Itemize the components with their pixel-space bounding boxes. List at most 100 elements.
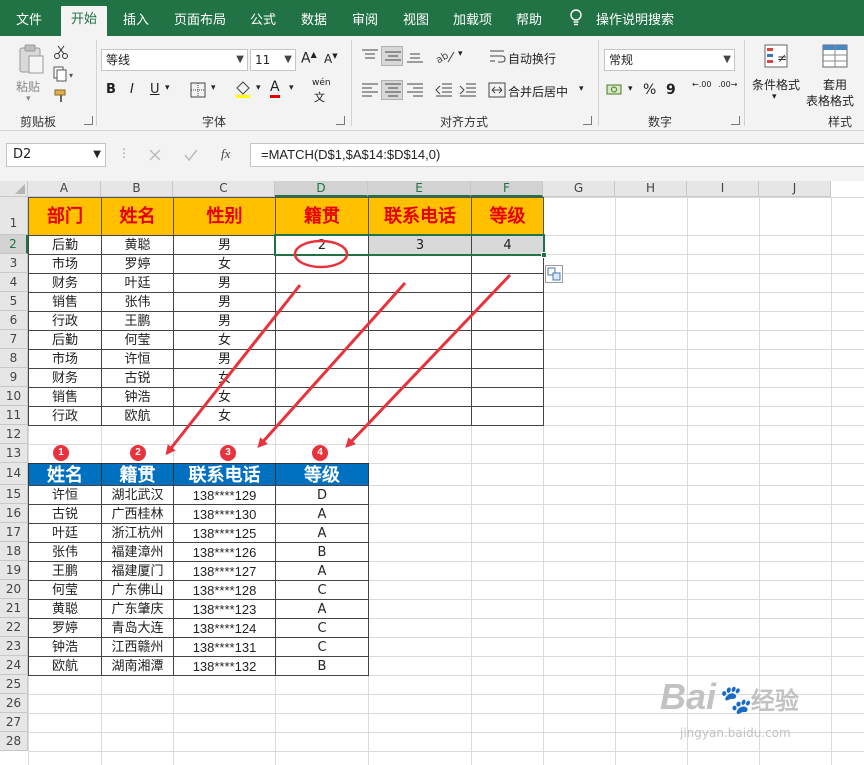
increase-indent-icon[interactable] bbox=[458, 82, 478, 98]
tab-insert[interactable]: 插入 bbox=[123, 9, 149, 28]
conditional-formatting-icon[interactable]: ≠ bbox=[762, 42, 792, 72]
upper-table-cell[interactable] bbox=[368, 311, 472, 331]
paste-button[interactable]: 粘贴 bbox=[16, 78, 40, 95]
upper-table-cell[interactable]: 男 bbox=[173, 292, 276, 312]
font-color-button[interactable]: A bbox=[270, 80, 280, 98]
merge-dropdown-icon[interactable]: ▾ bbox=[579, 84, 584, 94]
upper-table-cell[interactable] bbox=[275, 349, 369, 369]
upper-table-cell[interactable]: 女 bbox=[173, 387, 276, 407]
upper-table-cell[interactable]: 女 bbox=[173, 406, 276, 426]
upper-table-cell[interactable]: 男 bbox=[173, 349, 276, 369]
row-header-27[interactable]: 27 bbox=[0, 713, 28, 732]
format-as-table-label-2[interactable]: 表格格式 bbox=[806, 92, 854, 109]
upper-table-cell[interactable] bbox=[275, 368, 369, 388]
phonetic-guide-button[interactable]: wén bbox=[312, 78, 331, 88]
row-header-22[interactable]: 22 bbox=[0, 618, 28, 637]
insert-function-button[interactable]: fx bbox=[221, 146, 230, 162]
upper-table-cell[interactable] bbox=[368, 368, 472, 388]
upper-table-cell[interactable] bbox=[368, 273, 472, 293]
conditional-dropdown-icon[interactable]: ▾ bbox=[772, 92, 777, 102]
upper-table-cell[interactable] bbox=[275, 311, 369, 331]
wrap-text-icon[interactable] bbox=[488, 48, 506, 64]
upper-table-cell[interactable] bbox=[368, 254, 472, 274]
column-header-a[interactable]: A bbox=[28, 181, 101, 197]
row-header-14[interactable]: 14 bbox=[0, 463, 28, 485]
upper-table-cell[interactable]: 王鹏 bbox=[101, 311, 174, 331]
upper-table-cell[interactable] bbox=[471, 254, 544, 274]
row-header-23[interactable]: 23 bbox=[0, 637, 28, 656]
upper-table-cell[interactable]: 财务 bbox=[28, 368, 102, 388]
confirm-entry-icon[interactable] bbox=[183, 148, 199, 162]
lower-table-cell[interactable]: C bbox=[275, 637, 369, 657]
merge-center-icon[interactable] bbox=[488, 82, 506, 98]
upper-table-cell[interactable]: 何莹 bbox=[101, 330, 174, 350]
comma-style-button[interactable]: 9 bbox=[666, 82, 676, 98]
upper-table-cell[interactable]: 行政 bbox=[28, 311, 102, 331]
tab-data[interactable]: 数据 bbox=[301, 9, 327, 28]
upper-table-cell[interactable]: 2 bbox=[275, 235, 369, 255]
upper-header-cell[interactable]: 部门 bbox=[28, 197, 102, 236]
font-color-dropdown-icon[interactable]: ▾ bbox=[289, 83, 294, 93]
lower-table-cell[interactable]: 欧航 bbox=[28, 656, 102, 676]
upper-table-cell[interactable] bbox=[275, 387, 369, 407]
align-top-icon[interactable] bbox=[360, 48, 380, 64]
row-header-11[interactable]: 11 bbox=[0, 406, 28, 425]
upper-table-cell[interactable] bbox=[368, 387, 472, 407]
align-bottom-icon[interactable] bbox=[405, 48, 425, 64]
lower-table-cell[interactable]: 钟浩 bbox=[28, 637, 102, 657]
upper-table-cell[interactable]: 销售 bbox=[28, 292, 102, 312]
column-header-g[interactable]: G bbox=[543, 181, 615, 197]
upper-table-cell[interactable] bbox=[471, 311, 544, 331]
column-header-j[interactable]: J bbox=[759, 181, 831, 197]
lower-table-cell[interactable]: A bbox=[275, 561, 369, 581]
lower-table-cell[interactable]: B bbox=[275, 542, 369, 562]
alignment-launcher-icon[interactable] bbox=[583, 116, 592, 125]
lower-table-cell[interactable]: 138****123 bbox=[173, 599, 276, 619]
format-as-table-icon[interactable] bbox=[820, 42, 850, 72]
upper-header-cell[interactable]: 联系电话 bbox=[368, 197, 472, 236]
upper-table-cell[interactable] bbox=[471, 330, 544, 350]
lower-table-cell[interactable]: 江西赣州 bbox=[101, 637, 174, 657]
lower-table-cell[interactable]: 138****124 bbox=[173, 618, 276, 638]
number-launcher-icon[interactable] bbox=[731, 116, 740, 125]
row-header-20[interactable]: 20 bbox=[0, 580, 28, 599]
lower-table-cell[interactable]: C bbox=[275, 580, 369, 600]
row-header-19[interactable]: 19 bbox=[0, 561, 28, 580]
increase-decimal-button[interactable]: ←.00 bbox=[692, 80, 711, 89]
tab-page-layout[interactable]: 页面布局 bbox=[174, 9, 226, 28]
orientation-dropdown-icon[interactable]: ▾ bbox=[458, 49, 463, 59]
upper-table-cell[interactable]: 古锐 bbox=[101, 368, 174, 388]
upper-header-cell[interactable]: 性别 bbox=[173, 197, 276, 236]
row-header-3[interactable]: 3 bbox=[0, 254, 28, 273]
format-painter-icon[interactable] bbox=[53, 88, 69, 104]
lower-table-cell[interactable]: 福建漳州 bbox=[101, 542, 174, 562]
lower-header-cell[interactable]: 籍贯 bbox=[101, 463, 174, 486]
upper-table-cell[interactable] bbox=[275, 292, 369, 312]
upper-table-cell[interactable]: 钟浩 bbox=[101, 387, 174, 407]
lower-table-cell[interactable]: 138****126 bbox=[173, 542, 276, 562]
lower-table-cell[interactable]: 罗婷 bbox=[28, 618, 102, 638]
lower-table-cell[interactable]: 福建厦门 bbox=[101, 561, 174, 581]
column-header-e[interactable]: E bbox=[368, 181, 471, 197]
lower-header-cell[interactable]: 等级 bbox=[275, 463, 369, 486]
lower-table-cell[interactable]: 黄聪 bbox=[28, 599, 102, 619]
lower-table-cell[interactable]: 古锐 bbox=[28, 504, 102, 524]
name-box[interactable]: D2 ▼ bbox=[6, 143, 106, 167]
row-header-25[interactable]: 25 bbox=[0, 675, 28, 694]
wrap-text-button[interactable]: 自动换行 bbox=[508, 50, 556, 67]
underline-button[interactable]: U bbox=[150, 82, 160, 97]
lower-table-cell[interactable]: 湖南湘潭 bbox=[101, 656, 174, 676]
column-header-b[interactable]: B bbox=[101, 181, 173, 197]
tell-me-search[interactable]: 操作说明搜索 bbox=[596, 9, 674, 28]
lower-table-cell[interactable]: 广西桂林 bbox=[101, 504, 174, 524]
row-header-7[interactable]: 7 bbox=[0, 330, 28, 349]
cut-icon[interactable] bbox=[53, 44, 69, 60]
fill-handle[interactable] bbox=[541, 252, 547, 258]
upper-table-cell[interactable]: 市场 bbox=[28, 349, 102, 369]
upper-table-cell[interactable]: 女 bbox=[173, 368, 276, 388]
upper-table-cell[interactable] bbox=[471, 292, 544, 312]
upper-table-cell[interactable]: 财务 bbox=[28, 273, 102, 293]
lower-table-cell[interactable]: 138****130 bbox=[173, 504, 276, 524]
row-header-16[interactable]: 16 bbox=[0, 504, 28, 523]
lower-table-cell[interactable]: 青岛大连 bbox=[101, 618, 174, 638]
